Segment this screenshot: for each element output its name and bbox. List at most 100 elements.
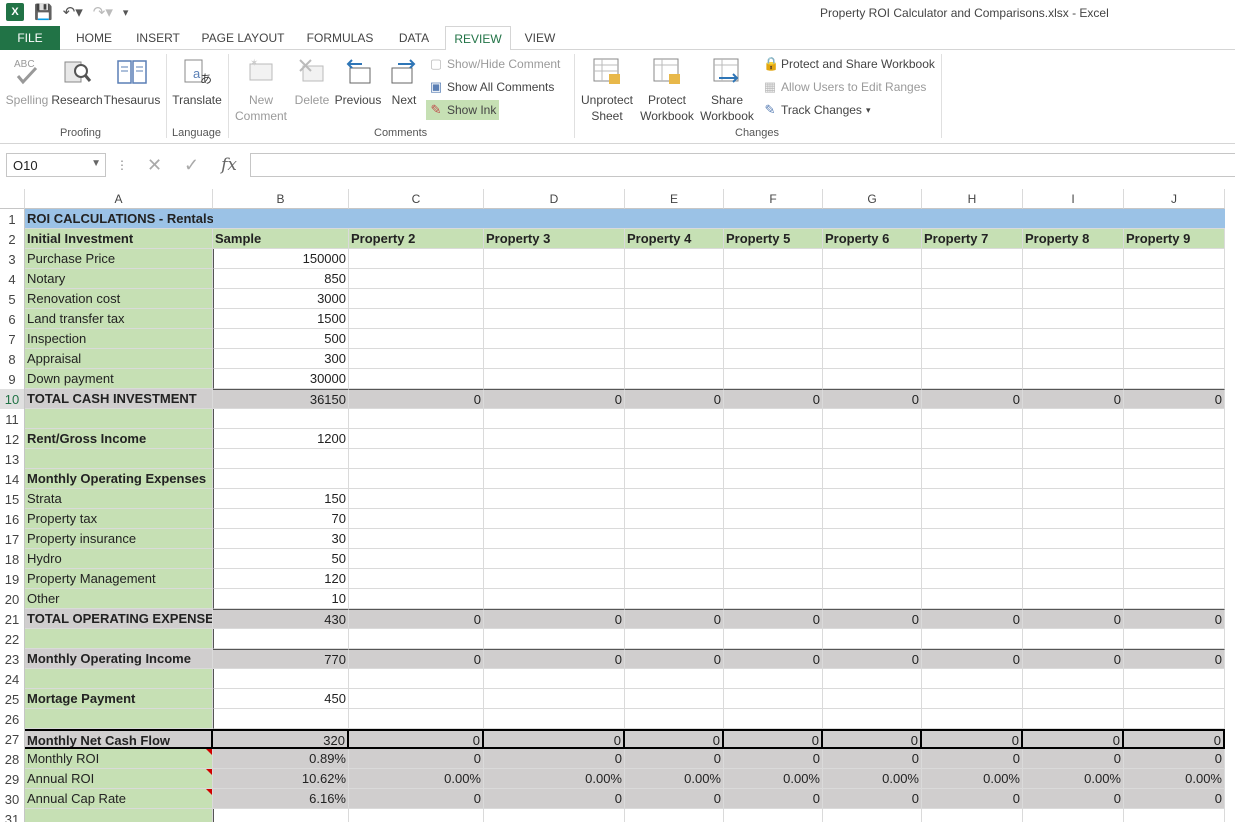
cell-g12[interactable] xyxy=(823,429,922,449)
cell-f30[interactable]: 0 xyxy=(724,789,823,809)
cell-h15[interactable] xyxy=(922,489,1023,509)
cell-j1[interactable] xyxy=(1124,209,1225,229)
row-header[interactable]: 4 xyxy=(0,269,25,289)
cell-f20[interactable] xyxy=(724,589,823,609)
cell-f26[interactable] xyxy=(724,709,823,729)
row-header[interactable]: 27 xyxy=(0,729,25,749)
cell-j16[interactable] xyxy=(1124,509,1225,529)
show-hide-comment-button[interactable]: ▢ Show/Hide Comment xyxy=(426,54,563,74)
cell-j15[interactable] xyxy=(1124,489,1225,509)
cell-a23[interactable]: Monthly Operating Income xyxy=(25,649,213,669)
cell-b7[interactable]: 500 xyxy=(213,329,349,349)
cell-c13[interactable] xyxy=(349,449,484,469)
cell-b1[interactable] xyxy=(213,209,349,229)
cell-i25[interactable] xyxy=(1023,689,1124,709)
cell-d14[interactable] xyxy=(484,469,625,489)
cell-j30[interactable]: 0 xyxy=(1124,789,1225,809)
cell-i31[interactable] xyxy=(1023,809,1124,822)
tab-file[interactable]: FILE xyxy=(0,26,60,50)
cell-i29[interactable]: 0.00% xyxy=(1023,769,1124,789)
cell-f9[interactable] xyxy=(724,369,823,389)
cell-e23[interactable]: 0 xyxy=(625,649,724,669)
row-header[interactable]: 12 xyxy=(0,429,25,449)
cell-f13[interactable] xyxy=(724,449,823,469)
cell-h17[interactable] xyxy=(922,529,1023,549)
cell-f5[interactable] xyxy=(724,289,823,309)
cell-h4[interactable] xyxy=(922,269,1023,289)
cell-h24[interactable] xyxy=(922,669,1023,689)
cell-c30[interactable]: 0 xyxy=(349,789,484,809)
undo-icon[interactable]: ↶▾ xyxy=(63,3,83,21)
cell-g18[interactable] xyxy=(823,549,922,569)
cell-a7[interactable]: Inspection xyxy=(25,329,213,349)
cell-a29[interactable]: Annual ROI xyxy=(25,769,213,789)
row-header[interactable]: 3 xyxy=(0,249,25,269)
cell-c5[interactable] xyxy=(349,289,484,309)
cell-d17[interactable] xyxy=(484,529,625,549)
cell-g16[interactable] xyxy=(823,509,922,529)
cell-a15[interactable]: Strata xyxy=(25,489,213,509)
cell-g30[interactable]: 0 xyxy=(823,789,922,809)
cancel-icon[interactable]: ✕ xyxy=(147,155,162,176)
cell-e13[interactable] xyxy=(625,449,724,469)
cell-a31[interactable] xyxy=(25,809,213,822)
cell-i10[interactable]: 0 xyxy=(1023,389,1124,409)
cell-f24[interactable] xyxy=(724,669,823,689)
cell-h30[interactable]: 0 xyxy=(922,789,1023,809)
cell-i22[interactable] xyxy=(1023,629,1124,649)
thesaurus-button[interactable]: Thesaurus xyxy=(104,54,160,108)
name-box[interactable]: O10 ▼ xyxy=(6,153,106,177)
cell-c1[interactable] xyxy=(349,209,484,229)
cell-h9[interactable] xyxy=(922,369,1023,389)
cell-i8[interactable] xyxy=(1023,349,1124,369)
cell-d15[interactable] xyxy=(484,489,625,509)
cell-b5[interactable]: 3000 xyxy=(213,289,349,309)
show-all-comments-button[interactable]: ▣ Show All Comments xyxy=(426,77,557,97)
cell-g4[interactable] xyxy=(823,269,922,289)
cell-g1[interactable] xyxy=(823,209,922,229)
cell-f7[interactable] xyxy=(724,329,823,349)
cell-f6[interactable] xyxy=(724,309,823,329)
row-header[interactable]: 20 xyxy=(0,589,25,609)
cell-j28[interactable]: 0 xyxy=(1124,749,1225,769)
cell-i4[interactable] xyxy=(1023,269,1124,289)
column-header-j[interactable]: J xyxy=(1124,189,1225,209)
cell-c28[interactable]: 0 xyxy=(349,749,484,769)
cell-h16[interactable] xyxy=(922,509,1023,529)
cell-d18[interactable] xyxy=(484,549,625,569)
cell-g19[interactable] xyxy=(823,569,922,589)
cell-c17[interactable] xyxy=(349,529,484,549)
cell-h2[interactable]: Property 7 xyxy=(922,229,1023,249)
column-header-b[interactable]: B xyxy=(213,189,349,209)
cell-b8[interactable]: 300 xyxy=(213,349,349,369)
column-header-g[interactable]: G xyxy=(823,189,922,209)
cell-d12[interactable] xyxy=(484,429,625,449)
cell-e15[interactable] xyxy=(625,489,724,509)
cell-d30[interactable]: 0 xyxy=(484,789,625,809)
row-header[interactable]: 19 xyxy=(0,569,25,589)
cell-c14[interactable] xyxy=(349,469,484,489)
column-header-c[interactable]: C xyxy=(349,189,484,209)
cell-a24[interactable] xyxy=(25,669,213,689)
row-header[interactable]: 21 xyxy=(0,609,25,629)
cell-d11[interactable] xyxy=(484,409,625,429)
cell-d26[interactable] xyxy=(484,709,625,729)
spelling-button[interactable]: ABC Spelling xyxy=(4,54,50,108)
cell-a17[interactable]: Property insurance xyxy=(25,529,213,549)
cell-b16[interactable]: 70 xyxy=(213,509,349,529)
cell-c16[interactable] xyxy=(349,509,484,529)
cell-f28[interactable]: 0 xyxy=(724,749,823,769)
cell-i20[interactable] xyxy=(1023,589,1124,609)
cell-i1[interactable] xyxy=(1023,209,1124,229)
cell-d9[interactable] xyxy=(484,369,625,389)
cell-h28[interactable]: 0 xyxy=(922,749,1023,769)
cell-b10[interactable]: 36150 xyxy=(213,389,349,409)
cell-i15[interactable] xyxy=(1023,489,1124,509)
cell-h6[interactable] xyxy=(922,309,1023,329)
row-header[interactable]: 7 xyxy=(0,329,25,349)
cell-j18[interactable] xyxy=(1124,549,1225,569)
row-header[interactable]: 25 xyxy=(0,689,25,709)
cell-f15[interactable] xyxy=(724,489,823,509)
cell-c18[interactable] xyxy=(349,549,484,569)
cell-c7[interactable] xyxy=(349,329,484,349)
